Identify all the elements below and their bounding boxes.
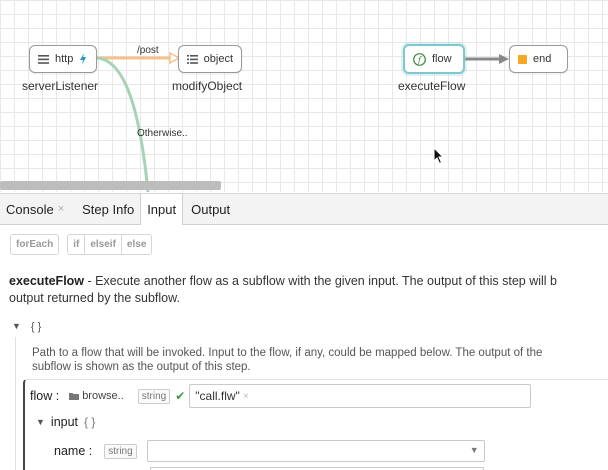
caret-down-icon: ▼ (469, 445, 479, 455)
flow-path-value: "call.flw" (195, 389, 240, 403)
node-end-text: end (533, 53, 552, 65)
tree-guide-line (15, 337, 16, 470)
tab-input[interactable]: Input (140, 194, 184, 225)
close-icon[interactable]: × (58, 203, 64, 215)
step-name: executeFlow (9, 274, 85, 288)
foreach-chip[interactable]: forEach (11, 235, 58, 254)
panel-tabs: Console × Step Info Input Output (0, 193, 608, 225)
node-http-label: serverListener (22, 79, 99, 93)
else-chip[interactable]: else (120, 235, 151, 254)
tab-step-info[interactable]: Step Info (76, 194, 140, 224)
tab-output-label: Output (191, 201, 231, 217)
node-flow-label: executeFlow (398, 79, 466, 93)
tab-console[interactable]: Console × (0, 194, 70, 224)
node-end[interactable]: end (509, 45, 568, 73)
flow-field-label: flow : (30, 389, 60, 403)
flow-hint: Path to a flow that will be invoked. Inp… (32, 347, 543, 373)
browse-button[interactable]: browse.. (69, 390, 124, 402)
stop-square-icon (518, 54, 527, 64)
tab-console-label: Console (6, 201, 54, 217)
control-chips: forEach if elseif else (10, 234, 153, 255)
flow-path-input[interactable]: "call.flw" × (189, 384, 532, 408)
input-panel: forEach if elseif else executeFlow - Exe… (0, 225, 608, 470)
object-braces: { } (30, 321, 42, 333)
tab-output[interactable]: Output (185, 194, 236, 224)
links-layer (96, 51, 509, 192)
clear-icon[interactable]: × (243, 391, 249, 402)
name-field-row: name : string ▼ (54, 440, 485, 462)
link-otherwise-label: Otherwise.. (137, 128, 188, 139)
input-group-label: input (50, 415, 79, 429)
object-toggle[interactable]: ▼ { } (12, 321, 41, 333)
link-otherwise (96, 56, 150, 192)
triangle-down-icon: ▼ (36, 417, 45, 427)
function-icon: f (413, 52, 426, 66)
step-description: executeFlow - Execute another flow as a … (9, 273, 608, 307)
triangle-down-icon: ▼ (12, 321, 21, 331)
mouse-pointer-icon (433, 147, 445, 165)
node-object-text: object (203, 53, 233, 65)
browse-label: browse.. (82, 390, 124, 402)
name-select[interactable]: ▼ (146, 440, 485, 462)
horizontal-scrollbar[interactable] (0, 181, 221, 190)
input-group-toggle[interactable]: ▼ input { } (36, 415, 95, 429)
flow-canvas[interactable]: http serverListener object modifyObject … (0, 0, 608, 192)
lightning-icon (80, 53, 87, 65)
input-group-braces: { } (84, 415, 96, 429)
type-chip: string (104, 443, 137, 459)
list-icon (187, 54, 198, 64)
folder-icon (69, 393, 80, 400)
node-object-label: modifyObject (172, 79, 243, 93)
node-http-text: http (55, 53, 74, 65)
node-object[interactable]: object (178, 45, 242, 73)
node-http[interactable]: http (29, 45, 97, 73)
link-post-label: /post (137, 45, 159, 56)
link-flow-end-arrow (499, 54, 509, 64)
step-description-text-2: output returned by the subflow. (9, 291, 180, 305)
if-chip[interactable]: if (68, 235, 84, 254)
elseif-chip[interactable]: elseif (84, 235, 121, 254)
check-icon: ✔ (175, 389, 186, 403)
svg-text:f: f (417, 55, 423, 64)
name-field-label: name : (54, 444, 93, 458)
node-flow[interactable]: f flow (403, 44, 465, 74)
step-description-text: - Execute another flow as a subflow with… (84, 274, 557, 288)
tab-input-label: Input (147, 202, 177, 217)
list-icon (38, 54, 49, 64)
node-flow-text: flow (432, 53, 452, 65)
type-chip: string (137, 388, 171, 404)
flow-field-row: flow : browse.. string ✔ "call.flw" × (30, 384, 532, 408)
tab-step-info-label: Step Info (82, 201, 135, 217)
